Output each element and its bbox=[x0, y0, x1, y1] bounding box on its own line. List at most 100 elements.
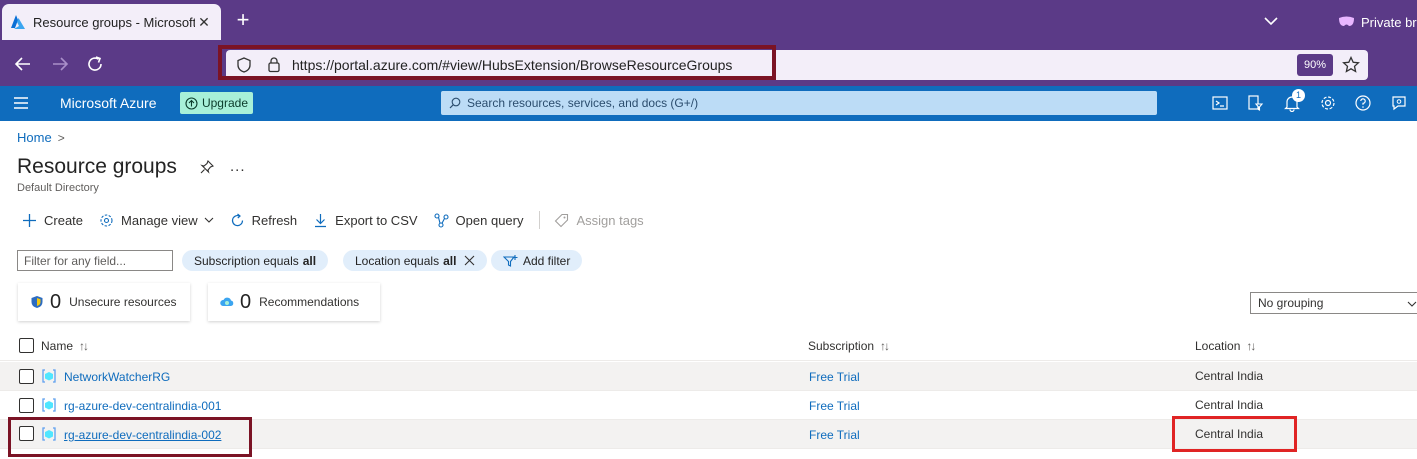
add-filter-button[interactable]: Add filter bbox=[491, 250, 583, 271]
recommendations-card[interactable]: 0 Recommendations bbox=[208, 283, 380, 321]
resource-group-icon bbox=[42, 398, 56, 412]
toolbar-divider bbox=[539, 211, 541, 229]
resource-group-icon bbox=[42, 369, 56, 383]
azure-top-bar: Microsoft Azure Upgrade bbox=[0, 86, 1417, 121]
upgrade-arrow-icon bbox=[185, 96, 198, 110]
refresh-button[interactable]: Refresh bbox=[230, 212, 298, 228]
pin-icon[interactable] bbox=[200, 160, 214, 174]
breadcrumb-home-link[interactable]: Home bbox=[17, 130, 52, 145]
column-subscription-label: Subscription bbox=[808, 339, 875, 353]
hamburger-menu-icon[interactable] bbox=[14, 97, 28, 109]
column-name-label: Name bbox=[41, 339, 74, 353]
advisor-cloud-icon bbox=[220, 297, 234, 306]
forward-arrow-icon[interactable] bbox=[50, 54, 70, 74]
feedback-icon[interactable] bbox=[1390, 94, 1408, 112]
assign-tags-button[interactable]: Assign tags bbox=[554, 212, 644, 228]
add-filter-label: Add filter bbox=[523, 253, 571, 268]
sort-arrows-icon[interactable]: ↑↓ bbox=[79, 339, 89, 353]
global-search[interactable] bbox=[441, 91, 1157, 115]
settings-gear-icon[interactable] bbox=[1319, 94, 1337, 112]
manage-view-button[interactable]: Manage view bbox=[99, 213, 214, 228]
unsecure-label: Unsecure resources bbox=[69, 295, 177, 309]
column-header-name[interactable]: Name ↑↓ bbox=[41, 339, 89, 353]
url-highlight-box bbox=[218, 45, 776, 80]
security-shield-icon bbox=[31, 296, 43, 308]
notification-count-badge: 1 bbox=[1292, 89, 1305, 102]
chevron-down-icon bbox=[1407, 301, 1417, 307]
back-arrow-icon[interactable] bbox=[13, 54, 33, 74]
unsecure-count: 0 bbox=[50, 290, 62, 313]
create-button[interactable]: Create bbox=[22, 213, 83, 228]
subscription-filter-pill[interactable]: Subscription equals all bbox=[182, 250, 329, 271]
browser-tab-active[interactable]: Resource groups - Microsoft Az ✕ bbox=[2, 4, 221, 40]
search-input[interactable] bbox=[467, 96, 1147, 110]
location-filter-pill[interactable]: Location equals all bbox=[343, 250, 488, 271]
portal-brand[interactable]: Microsoft Azure bbox=[60, 95, 156, 111]
query-graph-icon bbox=[433, 212, 449, 228]
download-icon bbox=[315, 213, 327, 227]
subscription-link[interactable]: Free Trial bbox=[809, 428, 860, 442]
refresh-label: Refresh bbox=[251, 212, 298, 228]
gear-icon bbox=[100, 213, 113, 227]
private-mask-icon bbox=[1339, 16, 1354, 26]
export-csv-label: Export to CSV bbox=[335, 212, 418, 228]
sort-arrows-icon[interactable]: ↑↓ bbox=[880, 339, 890, 353]
directory-filter-icon[interactable] bbox=[1246, 94, 1264, 112]
select-all-checkbox[interactable] bbox=[19, 338, 34, 353]
location-highlight-box bbox=[1172, 416, 1297, 452]
reload-icon[interactable] bbox=[85, 54, 105, 74]
search-icon bbox=[449, 97, 461, 109]
resource-group-name-link[interactable]: NetworkWatcherRG bbox=[64, 370, 170, 384]
location-cell: Central India bbox=[1195, 398, 1264, 412]
grouping-dropdown[interactable]: No grouping bbox=[1250, 292, 1417, 314]
zoom-level-badge[interactable]: 90% bbox=[1297, 54, 1333, 76]
refresh-icon bbox=[231, 213, 243, 226]
open-query-label: Open query bbox=[455, 212, 524, 228]
filter-input[interactable] bbox=[17, 250, 173, 271]
chevron-down-icon bbox=[204, 217, 214, 223]
command-bar: Create Manage view Refresh Export to CSV… bbox=[22, 209, 660, 231]
upgrade-button[interactable]: Upgrade bbox=[180, 92, 253, 114]
subscription-link[interactable]: Free Trial bbox=[809, 370, 860, 384]
new-tab-button[interactable]: + bbox=[232, 9, 254, 32]
unsecure-resources-card[interactable]: 0 Unsecure resources bbox=[18, 283, 190, 321]
table-row[interactable]: NetworkWatcherRG Free Trial Central Indi… bbox=[0, 362, 1417, 391]
sort-arrows-icon[interactable]: ↑↓ bbox=[1246, 339, 1256, 353]
grouping-selected: No grouping bbox=[1258, 296, 1324, 310]
subscription-link[interactable]: Free Trial bbox=[809, 399, 860, 413]
row-checkbox[interactable] bbox=[19, 398, 34, 413]
favorite-star-icon[interactable] bbox=[1342, 56, 1360, 74]
add-filter-icon bbox=[503, 254, 518, 267]
row-checkbox[interactable] bbox=[19, 369, 34, 384]
location-filter-label: Location equals bbox=[355, 253, 440, 268]
page-subtitle: Default Directory bbox=[17, 182, 99, 194]
recommendations-count: 0 bbox=[240, 290, 252, 313]
tab-title: Resource groups - Microsoft Az bbox=[33, 14, 195, 30]
recommendations-label: Recommendations bbox=[259, 295, 360, 309]
private-label: Private bro bbox=[1361, 14, 1417, 30]
column-header-location[interactable]: Location ↑↓ bbox=[1195, 339, 1256, 353]
private-browsing-indicator[interactable]: Private bro bbox=[1338, 12, 1417, 32]
more-options-button[interactable]: ... bbox=[230, 158, 246, 175]
row-highlight-box bbox=[8, 417, 252, 457]
breadcrumb-separator: > bbox=[57, 130, 65, 145]
close-tab-icon[interactable]: ✕ bbox=[195, 14, 213, 31]
create-label: Create bbox=[44, 212, 84, 228]
export-csv-button[interactable]: Export to CSV bbox=[313, 212, 418, 228]
tag-icon bbox=[555, 213, 569, 227]
subscription-filter-value: all bbox=[302, 253, 317, 268]
column-header-subscription[interactable]: Subscription ↑↓ bbox=[808, 339, 890, 353]
resource-group-name-link[interactable]: rg-azure-dev-centralindia-001 bbox=[64, 399, 221, 413]
subscription-filter-label: Subscription equals bbox=[194, 253, 299, 268]
breadcrumb: Home > bbox=[17, 130, 65, 145]
tab-list-chevron-icon[interactable] bbox=[1262, 12, 1280, 30]
assign-tags-label: Assign tags bbox=[576, 212, 644, 228]
remove-filter-close-icon[interactable] bbox=[464, 255, 475, 266]
help-icon[interactable] bbox=[1354, 94, 1372, 112]
cloud-shell-icon[interactable] bbox=[1211, 94, 1229, 112]
open-query-button[interactable]: Open query bbox=[433, 212, 524, 228]
column-location-label: Location bbox=[1195, 339, 1241, 353]
manage-view-label: Manage view bbox=[121, 212, 198, 228]
upgrade-label: Upgrade bbox=[201, 96, 248, 110]
location-filter-value: all bbox=[443, 253, 457, 268]
